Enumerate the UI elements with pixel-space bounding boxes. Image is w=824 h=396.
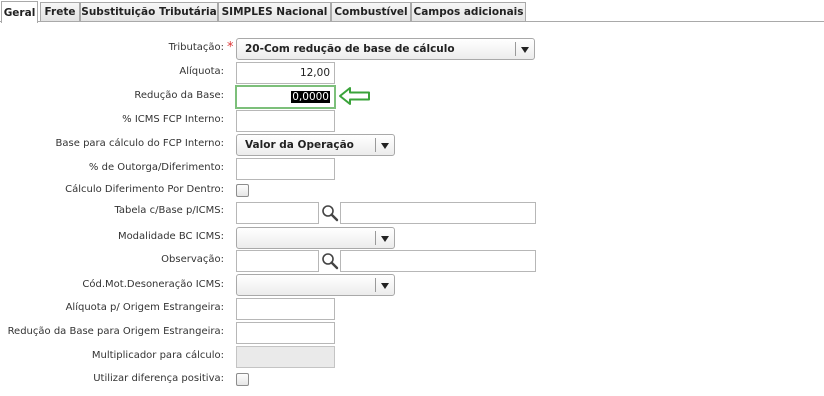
diferimento-dentro-checkbox[interactable] <box>236 184 249 197</box>
required-icon: * <box>227 40 234 55</box>
aliquota-origem-estrangeira-label: Alíquota p/ Origem Estrangeira: <box>65 302 224 313</box>
cod-desoneracao-label: Cód.Mot.Desoneração ICMS: <box>82 279 224 290</box>
chevron-down-icon <box>381 283 389 289</box>
observacao-description-input[interactable] <box>340 250 536 272</box>
diferenca-positiva-label: Utilizar diferença positiva: <box>93 373 224 384</box>
base-fcp-select[interactable]: Valor da Operação <box>236 134 395 156</box>
search-icon[interactable] <box>321 204 339 222</box>
observacao-code-input[interactable] <box>236 250 319 272</box>
diferimento-dentro-label: Cálculo Diferimento Por Dentro: <box>65 184 224 195</box>
tabela-base-code-input[interactable] <box>236 202 319 224</box>
tab-geral[interactable]: Geral <box>1 1 38 23</box>
chevron-down-icon <box>381 236 389 242</box>
outorga-label: % de Outorga/Diferimento: <box>88 162 224 173</box>
tab-substituicao-tributaria[interactable]: Substituição Tributária <box>80 2 218 21</box>
tributacao-select[interactable]: 20-Com redução de base de cálculo <box>236 38 535 60</box>
base-fcp-select-value: Valor da Operação <box>245 139 354 151</box>
tributacao-select-value: 20-Com redução de base de cálculo <box>245 43 455 55</box>
reducao-base-input[interactable]: 0,0000 <box>235 85 336 109</box>
reducao-base-label: Redução da Base: <box>134 90 224 101</box>
outorga-input[interactable] <box>236 158 335 180</box>
modalidade-bc-label: Modalidade BC ICMS: <box>117 231 224 242</box>
tab-campos-adicionais[interactable]: Campos adicionais <box>411 2 526 21</box>
aliquota-label: Alíquota: <box>179 66 224 77</box>
search-icon[interactable] <box>321 252 339 270</box>
tab-bar: Geral Frete Substituição Tributária SIMP… <box>0 0 824 23</box>
select-separator <box>375 231 376 245</box>
base-fcp-label: Base para cálculo do FCP Interno: <box>55 138 224 149</box>
chevron-down-icon <box>521 47 529 53</box>
observacao-label: Observação: <box>161 254 224 265</box>
arrow-left-icon <box>339 87 370 105</box>
select-separator <box>375 278 376 292</box>
multiplicador-label: Multiplicador para cálculo: <box>91 350 224 361</box>
reducao-base-selected-value: 0,0000 <box>291 91 330 103</box>
reducao-origem-estrangeira-label: Redução da Base para Origem Estrangeira: <box>7 326 224 337</box>
cod-desoneracao-select[interactable] <box>236 274 395 296</box>
modalidade-bc-select[interactable] <box>236 227 395 249</box>
tab-combustivel[interactable]: Combustível <box>331 2 411 21</box>
icms-fcp-label: % ICMS FCP Interno: <box>122 114 224 125</box>
select-separator <box>515 42 516 56</box>
tabela-base-label: Tabela c/Base p/ICMS: <box>114 205 224 216</box>
tributacao-label: Tributação: <box>168 42 224 53</box>
aliquota-origem-estrangeira-input[interactable] <box>236 298 335 320</box>
tab-simples-nacional[interactable]: SIMPLES Nacional <box>218 2 331 21</box>
diferenca-positiva-checkbox[interactable] <box>236 373 249 386</box>
chevron-down-icon <box>381 143 389 149</box>
aliquota-input[interactable] <box>236 62 335 84</box>
select-separator <box>375 138 376 152</box>
icms-fcp-input[interactable] <box>236 110 335 132</box>
tabela-base-description-input[interactable] <box>340 202 536 224</box>
multiplicador-input <box>236 346 335 368</box>
tab-frete[interactable]: Frete <box>40 2 80 21</box>
reducao-origem-estrangeira-input[interactable] <box>236 322 335 344</box>
